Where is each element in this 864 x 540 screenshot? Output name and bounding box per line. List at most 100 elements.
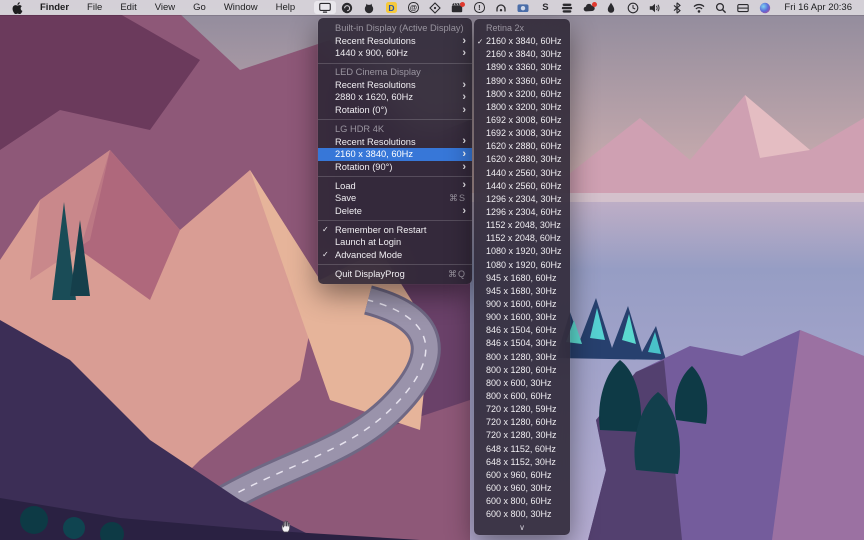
menu-item-launch-at-login[interactable]: Launch at Login [318, 236, 472, 249]
resolution-option-600-x-800-30hz[interactable]: 600 x 800, 30Hz [474, 508, 570, 521]
menu-header-built-in-display-active-display: ✓Built-in Display (Active Display) [318, 22, 472, 35]
checkmark-icon [477, 324, 486, 337]
headphones-icon[interactable] [490, 0, 512, 15]
desktop-drawer-icon[interactable] [732, 0, 754, 15]
resolution-option-900-x-1600-60hz[interactable]: 900 x 1600, 60Hz [474, 298, 570, 311]
menu-item-2880-x-1620-60hz[interactable]: 2880 x 1620, 60Hz› [318, 91, 472, 104]
at-circle-icon[interactable]: @ [402, 0, 424, 15]
menu-item-recent-resolutions[interactable]: Recent Resolutions› [318, 35, 472, 48]
diamond-target-icon[interactable] [424, 0, 446, 15]
menu-help[interactable]: Help [267, 0, 305, 15]
resolution-option-945-x-1680-60hz[interactable]: 945 x 1680, 60Hz [474, 272, 570, 285]
menu-item-advanced-mode[interactable]: ✓Advanced Mode [318, 249, 472, 262]
menu-window[interactable]: Window [215, 0, 267, 15]
resolution-option-720-x-1280-30hz[interactable]: 720 x 1280, 30Hz [474, 429, 570, 442]
swirl-circle-icon[interactable] [336, 0, 358, 15]
shortcut-label: ⌘Q [448, 268, 466, 281]
resolution-option-1890-x-3360-60hz[interactable]: 1890 x 3360, 60Hz [474, 75, 570, 88]
resolution-option-1800-x-3200-30hz[interactable]: 1800 x 3200, 30Hz [474, 101, 570, 114]
checkmark-icon [477, 416, 486, 429]
resolution-option-648-x-1152-30hz[interactable]: 648 x 1152, 30Hz [474, 456, 570, 469]
volume-icon[interactable] [644, 0, 666, 15]
resolution-option-800-x-1280-30hz[interactable]: 800 x 1280, 30Hz [474, 351, 570, 364]
car-stack-icon[interactable] [556, 0, 578, 15]
resolution-option-600-x-960-60hz[interactable]: 600 x 960, 60Hz [474, 469, 570, 482]
resolution-option-1296-x-2304-30hz[interactable]: 1296 x 2304, 30Hz [474, 193, 570, 206]
menu-item-delete[interactable]: Delete› [318, 205, 472, 218]
menu-bar-status: D@! S Fri 16 Apr 20:36 [314, 0, 864, 15]
resolution-option-2160-x-3840-60hz[interactable]: ✓2160 x 3840, 60Hz [474, 35, 570, 48]
scroll-down-indicator[interactable]: ∨ [474, 521, 570, 533]
bluetooth-icon[interactable] [666, 0, 688, 15]
resolution-option-900-x-1600-30hz[interactable]: 900 x 1600, 30Hz [474, 311, 570, 324]
displayprog-display-icon[interactable] [314, 1, 336, 14]
menu-edit[interactable]: Edit [111, 0, 145, 15]
resolution-option-800-x-600-30hz[interactable]: 800 x 600, 30Hz [474, 377, 570, 390]
apple-icon[interactable] [12, 2, 23, 14]
checkmark-icon [477, 193, 486, 206]
menu-separator [318, 63, 472, 64]
menu-item-rotation-0[interactable]: Rotation (0°)› [318, 104, 472, 117]
resolution-option-846-x-1504-30hz[interactable]: 846 x 1504, 30Hz [474, 337, 570, 350]
spotlight-search-icon[interactable] [710, 0, 732, 15]
resolution-option-720-x-1280-59hz[interactable]: 720 x 1280, 59Hz [474, 403, 570, 416]
checkmark-icon [477, 311, 486, 324]
resolution-option-2160-x-3840-30hz[interactable]: 2160 x 3840, 30Hz [474, 48, 570, 61]
resolution-option-1080-x-1920-60hz[interactable]: 1080 x 1920, 60Hz [474, 259, 570, 272]
menu-item-quit-displayprog[interactable]: Quit DisplayProg⌘Q [318, 268, 472, 281]
menu-item-2160-x-3840-60hz[interactable]: 2160 x 3840, 60Hz› [318, 148, 472, 161]
cat-app-icon[interactable] [358, 0, 380, 15]
resolution-option-1692-x-3008-60hz[interactable]: 1692 x 3008, 60Hz [474, 114, 570, 127]
menu-item-recent-resolutions[interactable]: Recent Resolutions› [318, 136, 472, 149]
resolution-option-1440-x-2560-60hz[interactable]: 1440 x 2560, 60Hz [474, 180, 570, 193]
resolution-option-1440-x-2560-30hz[interactable]: 1440 x 2560, 30Hz [474, 167, 570, 180]
resolution-option-1692-x-3008-30hz[interactable]: 1692 x 3008, 30Hz [474, 127, 570, 140]
d-app-icon[interactable]: D [380, 0, 402, 15]
menu-view[interactable]: View [146, 0, 184, 15]
menu-item-save[interactable]: Save⌘S [318, 192, 472, 205]
resolution-option-1620-x-2880-30hz[interactable]: 1620 x 2880, 30Hz [474, 153, 570, 166]
checkmark-icon [477, 403, 486, 416]
menu-finder[interactable]: Finder [31, 0, 78, 15]
resolution-option-945-x-1680-30hz[interactable]: 945 x 1680, 30Hz [474, 285, 570, 298]
resolution-option-1620-x-2880-60hz[interactable]: 1620 x 2880, 60Hz [474, 140, 570, 153]
menu-separator [318, 119, 472, 120]
resolution-option-800-x-1280-60hz[interactable]: 800 x 1280, 60Hz [474, 364, 570, 377]
ink-droplet-icon[interactable] [600, 0, 622, 15]
resolution-option-800-x-600-60hz[interactable]: 800 x 600, 60Hz [474, 390, 570, 403]
camera-app-icon[interactable] [512, 0, 534, 15]
siri-icon[interactable] [754, 0, 776, 15]
clock-app-icon[interactable] [622, 0, 644, 15]
menu-item-load[interactable]: Load› [318, 180, 472, 193]
menu-item-recent-resolutions[interactable]: Recent Resolutions› [318, 79, 472, 92]
submenu-arrow-icon: › [462, 48, 466, 58]
resolution-option-600-x-800-60hz[interactable]: 600 x 800, 60Hz [474, 495, 570, 508]
resolution-option-720-x-1280-60hz[interactable]: 720 x 1280, 60Hz [474, 416, 570, 429]
checkmark-icon [322, 192, 335, 205]
submenu-arrow-icon: › [462, 36, 466, 46]
resolution-option-846-x-1504-60hz[interactable]: 846 x 1504, 60Hz [474, 324, 570, 337]
resolution-option-600-x-960-30hz[interactable]: 600 x 960, 30Hz [474, 482, 570, 495]
resolution-option-1152-x-2048-30hz[interactable]: 1152 x 2048, 30Hz [474, 219, 570, 232]
s-app-icon[interactable]: S [534, 0, 556, 15]
resolution-option-1890-x-3360-30hz[interactable]: 1890 x 3360, 30Hz [474, 61, 570, 74]
checkmark-icon [322, 148, 335, 161]
alert-circle-icon[interactable]: ! [468, 0, 490, 15]
resolution-option-1080-x-1920-30hz[interactable]: 1080 x 1920, 30Hz [474, 245, 570, 258]
resolution-option-1296-x-2304-60hz[interactable]: 1296 x 2304, 60Hz [474, 206, 570, 219]
resolution-option-648-x-1152-60hz[interactable]: 648 x 1152, 60Hz [474, 443, 570, 456]
menu-bar-clock[interactable]: Fri 16 Apr 20:36 [776, 2, 856, 13]
menu-go[interactable]: Go [184, 0, 215, 15]
menu-item-1440-x-900-60hz[interactable]: 1440 x 900, 60Hz› [318, 47, 472, 60]
wifi-icon[interactable] [688, 0, 710, 15]
submenu-arrow-icon: › [462, 105, 466, 115]
menu-file[interactable]: File [78, 0, 111, 15]
submenu-header-retina-2x: ✓Retina 2x [474, 22, 570, 35]
menu-item-rotation-90[interactable]: Rotation (90°)› [318, 161, 472, 174]
resolution-option-1152-x-2048-60hz[interactable]: 1152 x 2048, 60Hz [474, 232, 570, 245]
menu-item-remember-on-restart[interactable]: ✓Remember on Restart [318, 224, 472, 237]
menu-bar: FinderFileEditViewGoWindowHelp D@! S Fri … [0, 0, 864, 15]
screen-record-icon[interactable] [446, 0, 468, 15]
cloud-sync-icon[interactable] [578, 0, 600, 15]
resolution-option-1800-x-3200-60hz[interactable]: 1800 x 3200, 60Hz [474, 88, 570, 101]
